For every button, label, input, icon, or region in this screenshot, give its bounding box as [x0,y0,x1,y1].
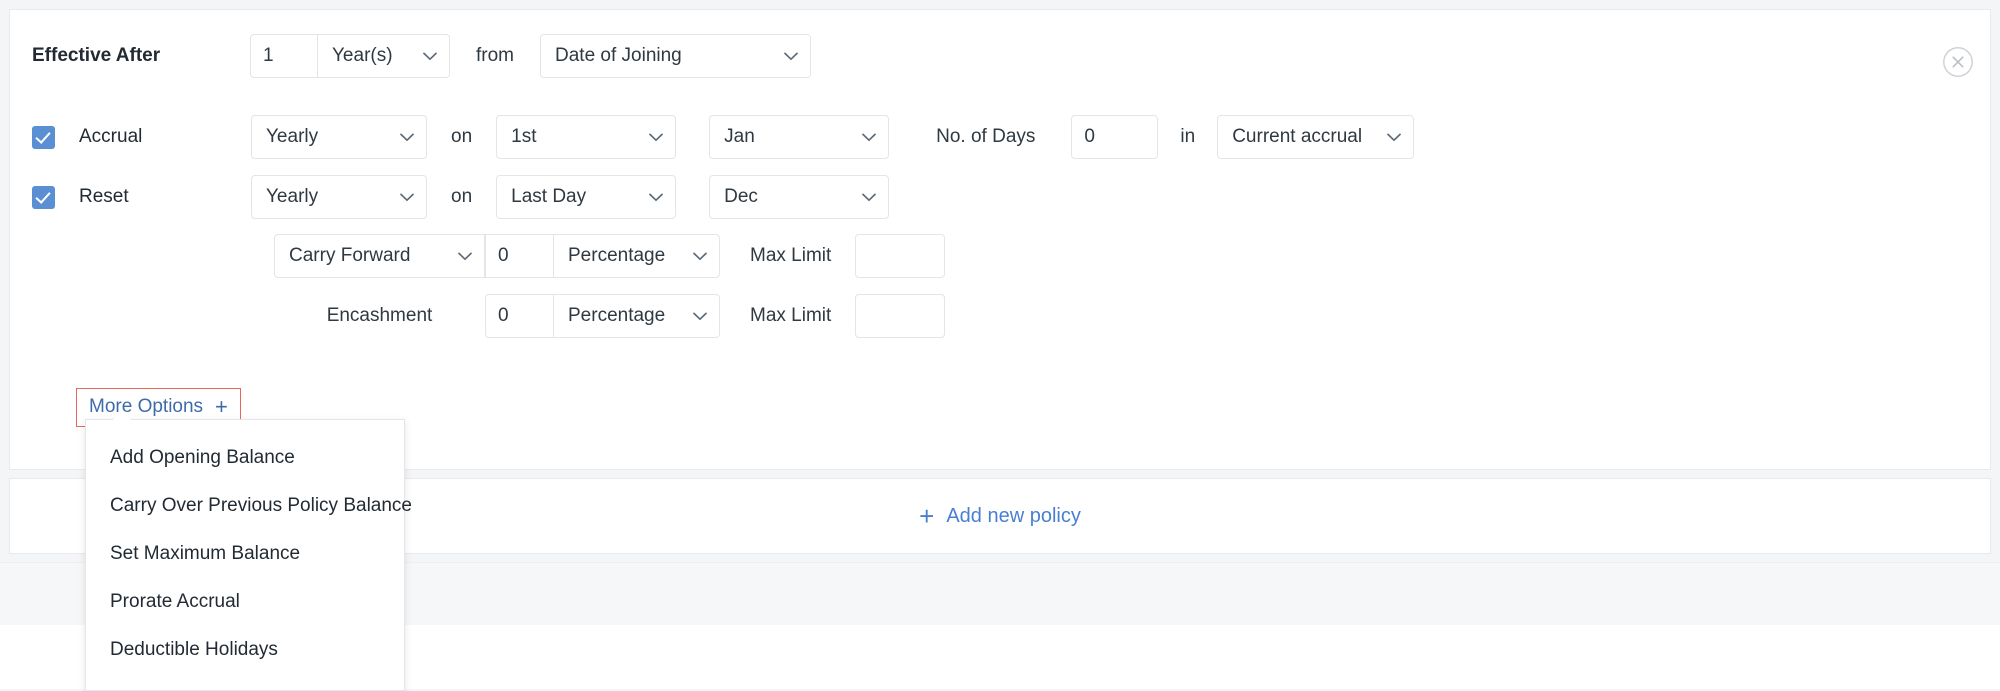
chevron-down-icon [649,126,663,148]
chevron-down-icon [458,245,472,267]
encashment-max-limit-label: Max Limit [750,305,831,327]
reset-month-select[interactable]: Dec [709,175,889,219]
carry-forward-type-select[interactable]: Carry Forward [274,234,485,278]
accrual-in-word: in [1180,126,1195,148]
chevron-down-icon [693,245,707,267]
encashment-group: 0 Percentage [485,294,720,338]
accrual-row: Accrual Yearly on 1st Jan No. of Days 0 … [32,115,1414,159]
close-circle-icon [1942,46,1974,78]
carry-forward-unit-select[interactable]: Percentage [554,234,720,278]
chevron-down-icon [423,45,437,67]
menu-item-deductible-holidays[interactable]: Deductible Holidays [86,626,404,674]
effective-after-unit-select[interactable]: Year(s) [318,34,450,78]
encashment-amount-input[interactable]: 0 [485,294,554,338]
accrual-target-select[interactable]: Current accrual [1217,115,1414,159]
encashment-unit-value: Percentage [568,305,665,327]
plus-icon: + [215,396,228,418]
menu-item-prorate-accrual[interactable]: Prorate Accrual [86,578,404,626]
carry-forward-amount-input[interactable]: 0 [485,234,554,278]
chevron-down-icon [693,305,707,327]
accrual-days-input[interactable]: 0 [1071,115,1158,159]
reset-label: Reset [79,186,251,208]
policy-card: Effective After 1 Year(s) from Date of J… [9,9,1991,470]
more-options-menu: Add Opening Balance Carry Over Previous … [85,419,405,691]
menu-item-carry-over-previous-policy-balance[interactable]: Carry Over Previous Policy Balance [86,482,404,530]
close-policy-button[interactable] [1942,46,1974,78]
menu-item-set-maximum-balance[interactable]: Set Maximum Balance [86,530,404,578]
accrual-month-value: Jan [724,126,755,148]
reset-checkbox[interactable] [32,186,55,209]
reset-day-select[interactable]: Last Day [496,175,676,219]
effective-after-origin-select[interactable]: Date of Joining [540,34,811,78]
accrual-days-label: No. of Days [936,126,1035,148]
accrual-target-value: Current accrual [1232,126,1362,148]
accrual-on-word: on [451,126,472,148]
encashment-unit-select[interactable]: Percentage [554,294,720,338]
effective-after-amount-input[interactable]: 1 [250,34,318,78]
reset-on-word: on [451,186,472,208]
carry-forward-row: Carry Forward 0 Percentage Max Limit [274,234,945,278]
effective-after-origin-value: Date of Joining [555,45,682,67]
effective-after-label: Effective After [32,45,250,67]
accrual-day-select[interactable]: 1st [496,115,676,159]
effective-after-unit-value: Year(s) [332,45,393,67]
carry-forward-type-value: Carry Forward [289,245,410,267]
chevron-down-icon [862,126,876,148]
accrual-checkbox[interactable] [32,126,55,149]
chevron-down-icon [1387,126,1401,148]
encashment-label: Encashment [274,305,485,327]
accrual-label: Accrual [79,126,251,148]
chevron-down-icon [400,186,414,208]
carry-forward-max-limit-input[interactable] [855,234,945,278]
reset-row: Reset Yearly on Last Day Dec [32,175,889,219]
encashment-max-limit-input[interactable] [855,294,945,338]
carry-forward-max-limit-label: Max Limit [750,245,831,267]
more-options-label: More Options [89,396,203,418]
encashment-row: Encashment 0 Percentage Max Limit [274,294,945,338]
effective-after-from-word: from [476,45,514,67]
chevron-down-icon [862,186,876,208]
reset-frequency-value: Yearly [266,186,318,208]
chevron-down-icon [400,126,414,148]
carry-forward-unit-value: Percentage [568,245,665,267]
effective-after-duration-group: 1 Year(s) [250,34,450,78]
chevron-down-icon [649,186,663,208]
carry-forward-group: Carry Forward 0 Percentage [274,234,720,278]
reset-frequency-select[interactable]: Yearly [251,175,427,219]
accrual-day-value: 1st [511,126,536,148]
accrual-frequency-select[interactable]: Yearly [251,115,427,159]
accrual-month-select[interactable]: Jan [709,115,889,159]
menu-item-add-opening-balance[interactable]: Add Opening Balance [86,434,404,482]
plus-icon: + [919,503,934,529]
accrual-frequency-value: Yearly [266,126,318,148]
reset-day-value: Last Day [511,186,586,208]
reset-month-value: Dec [724,186,758,208]
add-new-policy-label: Add new policy [946,505,1081,528]
chevron-down-icon [784,45,798,67]
effective-after-row: Effective After 1 Year(s) from Date of J… [32,34,811,78]
